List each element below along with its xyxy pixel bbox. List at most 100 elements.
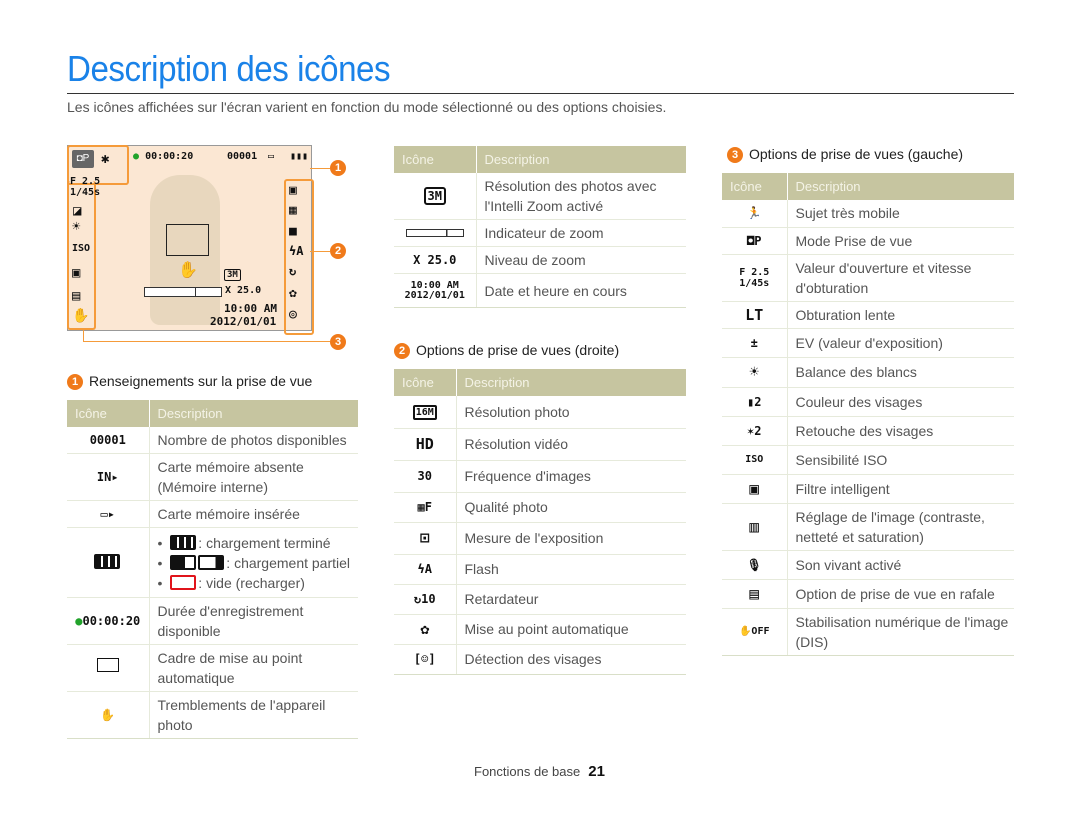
table-row: LT Obturation lente (722, 301, 1014, 329)
smart-filter-icon: ▣ (722, 474, 788, 504)
table-row: : chargement terminé : chargement partie… (67, 527, 359, 598)
table-row: X 25.0 Niveau de zoom (394, 246, 686, 274)
section-3-table: Icône Description 🏃 Sujet très mobile ◘P Mo… (722, 173, 1014, 656)
table-row: ✶2 Retouche des visages (722, 416, 1014, 446)
battery-full-item: : chargement terminé (158, 533, 359, 553)
table-row: ▭▸ Carte mémoire insérée (67, 500, 358, 528)
ev-icon: ◪ (73, 203, 82, 219)
dis-icon: ✋ (72, 308, 90, 324)
date: 2012/01/01 (210, 315, 277, 328)
section-2-title: 2 Options de prise de vues (droite) (394, 342, 619, 359)
table-row: ▣ Filtre intelligent (722, 474, 1014, 504)
photo-resolution-icon: ▣ (289, 183, 297, 198)
table-row: ϟA Flash (394, 554, 686, 585)
section-3-title: 3 Options de prise de vues (gauche) (727, 146, 963, 163)
metering-icon: ■ (289, 224, 297, 239)
table-row: Cadre de mise au point automatique (67, 644, 358, 692)
timer-icon: ↻ (289, 264, 297, 278)
table-row: ✋OFF Stabilisation numérique de l'image (… (722, 608, 1014, 656)
battery-empty-item: : vide (recharger) (158, 573, 359, 593)
table-row: ▦F Qualité photo (394, 492, 686, 523)
table-row: IN▸ Carte mémoire absente (Mémoire intern… (67, 453, 358, 501)
table-row: F 2.5 1/45s Valeur d'ouverture et vitesse … (722, 254, 1014, 302)
intelli-zoom-resolution-icon: 3M (394, 173, 477, 220)
zoom-level-icon: X 25.0 (394, 246, 477, 274)
table-row: [☺] Détection des visages (394, 644, 686, 675)
table-row: ◘P Mode Prise de vue (722, 227, 1014, 255)
battery-partial-item: : chargement partiel (158, 553, 359, 573)
table-row: ISO Sensibilité ISO (722, 445, 1014, 475)
table-row: HD Résolution vidéo (394, 428, 686, 461)
intro-text: Les icônes affichées sur l'écran varient… (67, 99, 667, 115)
table-row: ▮2 Couleur des visages (722, 387, 1014, 417)
zoom-info-table: Icône Description 3M Résolution des photos… (394, 146, 686, 308)
aperture-shutter: F 2.5 1/45s (70, 176, 101, 198)
fast-subject-icon: 🏃 (722, 200, 788, 228)
face-retouch-icon: ✶2 (722, 416, 788, 446)
frame-rate-icon: 30 (394, 460, 457, 493)
macro-af-icon: ✿ (394, 614, 457, 645)
white-balance-icon: ☀ (722, 357, 788, 388)
iso-icon: ISO (722, 445, 788, 475)
rec-time: 00:00:20 (145, 151, 194, 162)
shake-icon: ✋ (178, 260, 198, 279)
shot-count: 00001 (227, 151, 258, 162)
image-adjust-icon: ▥ (722, 503, 788, 551)
table-row: 00001 Nombre de photos disponibles (67, 427, 358, 454)
af-frame-icon (67, 644, 150, 692)
fast-subject-icon: ✱ (101, 151, 110, 167)
white-balance-icon: ☀ (72, 219, 81, 235)
section-1-title: 1 Renseignements sur la prise de vue (67, 373, 312, 390)
page-number: 21 (588, 763, 605, 780)
zoom-indicator-icon (394, 219, 477, 247)
battery-icon (67, 527, 150, 598)
ev-icon: ± (722, 328, 788, 358)
table-row: ▥ Réglage de l'image (contraste, netteté … (722, 503, 1014, 551)
callout-2: 2 (330, 243, 346, 259)
rec-dot-icon: ● (133, 151, 140, 162)
table-row: ☀ Balance des blancs (722, 357, 1014, 388)
af-frame (166, 224, 209, 256)
title-rule (67, 93, 1014, 94)
live-sound-icon: 🎙 (722, 550, 788, 580)
burst-icon: ▤ (722, 579, 788, 609)
camera-shake-icon: ✋ (67, 691, 150, 739)
photo-quality-icon: ▦F (394, 492, 457, 523)
flash-icon: ϟA (289, 244, 304, 258)
table-row: 30 Fréquence d'images (394, 460, 686, 493)
face-detect-icon: ◎ (289, 307, 297, 322)
zoom-bar (144, 287, 222, 297)
face-detection-icon: [☺] (394, 644, 457, 675)
aperture-shutter-icon: F 2.5 1/45s (722, 254, 788, 302)
section-1-table: Icône Description 00001 Nombre de photos d… (67, 400, 358, 739)
callout-1: 1 (330, 160, 346, 176)
col-header-icon: Icône (67, 400, 150, 427)
smart-filter-icon: ▣ (72, 265, 81, 281)
table-row: 16M Résolution photo (394, 396, 686, 429)
callout-3: 3 (330, 334, 346, 350)
table-row: 🏃 Sujet très mobile (722, 200, 1014, 228)
internal-memory-icon: ▭ (268, 151, 275, 162)
shot-count-icon: 00001 (67, 427, 150, 454)
table-row: 3M Résolution des photos avec l'Intelli Z… (394, 173, 686, 220)
metering-icon: ⊡ (394, 522, 457, 555)
page-title: Description des icônes (67, 48, 391, 89)
table-row: ✿ Mise au point automatique (394, 614, 686, 645)
memory-card-icon: ▭▸ (67, 500, 150, 528)
timer-icon: ↻10 (394, 584, 457, 615)
page-footer: Fonctions de base 21 (474, 763, 605, 780)
battery-icon: ▮▮▮ (290, 151, 309, 162)
camera-mode-icon: ◘P (72, 150, 94, 168)
table-row: 10:00 AM 2012/01/01 Date et heure en cours (394, 273, 686, 308)
footer-label: Fonctions de base (474, 764, 581, 779)
table-row: 🎙 Son vivant activé (722, 550, 1014, 580)
table-row: ± EV (valeur d'exposition) (722, 328, 1014, 358)
table-row: Indicateur de zoom (394, 219, 686, 247)
col-header-description: Description (149, 400, 358, 427)
table-row: ●00:00:20 Durée d'enregistrement disponib… (67, 597, 358, 645)
video-resolution-icon: HD (394, 428, 457, 461)
battery-partial-icon (170, 554, 197, 570)
photo-resolution-icon: 16M (394, 396, 457, 429)
recording-time-icon: ●00:00:20 (67, 597, 150, 645)
macro-icon: ✿ (289, 286, 297, 301)
